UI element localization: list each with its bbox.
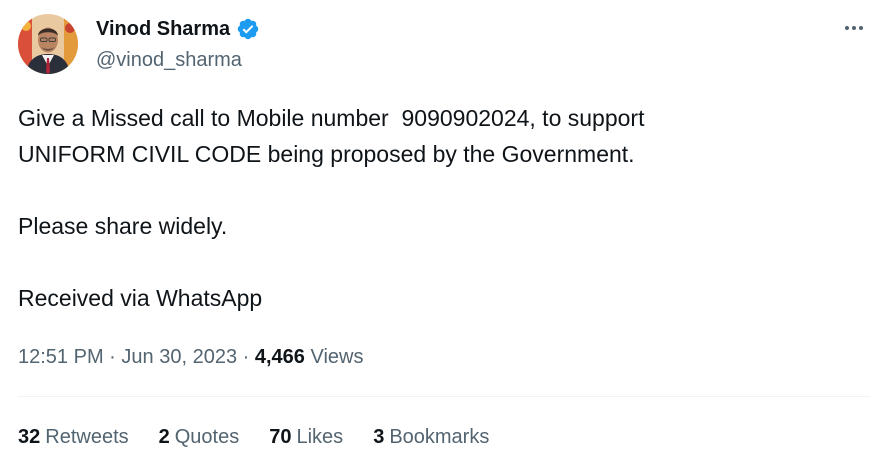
views-count: 4,466 xyxy=(254,346,305,368)
tweet-line: Please share widely. xyxy=(18,213,228,239)
views-label: Views xyxy=(310,346,364,368)
meta-separator: · xyxy=(242,346,250,368)
quotes-stat[interactable]: 2 Quotes xyxy=(159,424,240,450)
author-handle[interactable]: @vinod_sharma xyxy=(96,48,242,72)
tweet-line-blank: ​ xyxy=(18,172,848,208)
tweet-text: Give a Missed call to Mobile number 9090… xyxy=(18,100,848,316)
divider xyxy=(18,396,870,397)
bookmarks-stat[interactable]: 3 Bookmarks xyxy=(373,424,489,450)
quotes-label: Quotes xyxy=(174,426,240,448)
tweet-line: Received via WhatsApp xyxy=(18,285,263,311)
more-options-icon[interactable] xyxy=(838,14,870,42)
retweets-count: 32 xyxy=(18,426,41,448)
author-name-text[interactable]: Vinod Sharma xyxy=(96,17,230,41)
likes-stat[interactable]: 70 Likes xyxy=(269,424,343,450)
tweet-date[interactable]: Jun 30, 2023 xyxy=(121,346,237,368)
bookmarks-count: 3 xyxy=(373,426,385,448)
verified-badge-icon[interactable] xyxy=(236,17,260,41)
bookmarks-label: Bookmarks xyxy=(389,426,490,448)
author-name[interactable]: Vinod Sharma xyxy=(96,17,260,41)
tweet-line: UNIFORM CIVIL CODE being proposed by the… xyxy=(18,141,635,167)
likes-label: Likes xyxy=(296,426,344,448)
retweets-label: Retweets xyxy=(45,426,129,448)
tweet-line-blank: ​ xyxy=(18,244,848,280)
avatar[interactable] xyxy=(18,14,78,74)
tweet-line: Give a Missed call to Mobile number 9090… xyxy=(18,105,645,131)
tweet-time[interactable]: 12:51 PM xyxy=(18,346,104,368)
likes-count: 70 xyxy=(269,426,292,448)
quotes-count: 2 xyxy=(158,426,170,448)
retweets-stat[interactable]: 32 Retweets xyxy=(18,424,129,450)
tweet-meta: 12:51 PM · Jun 30, 2023 · 4,466 Views xyxy=(18,344,363,370)
meta-separator: · xyxy=(109,346,116,368)
engagement-stats: 32 Retweets 2 Quotes 70 Likes 3 Bookmarks xyxy=(18,424,519,450)
